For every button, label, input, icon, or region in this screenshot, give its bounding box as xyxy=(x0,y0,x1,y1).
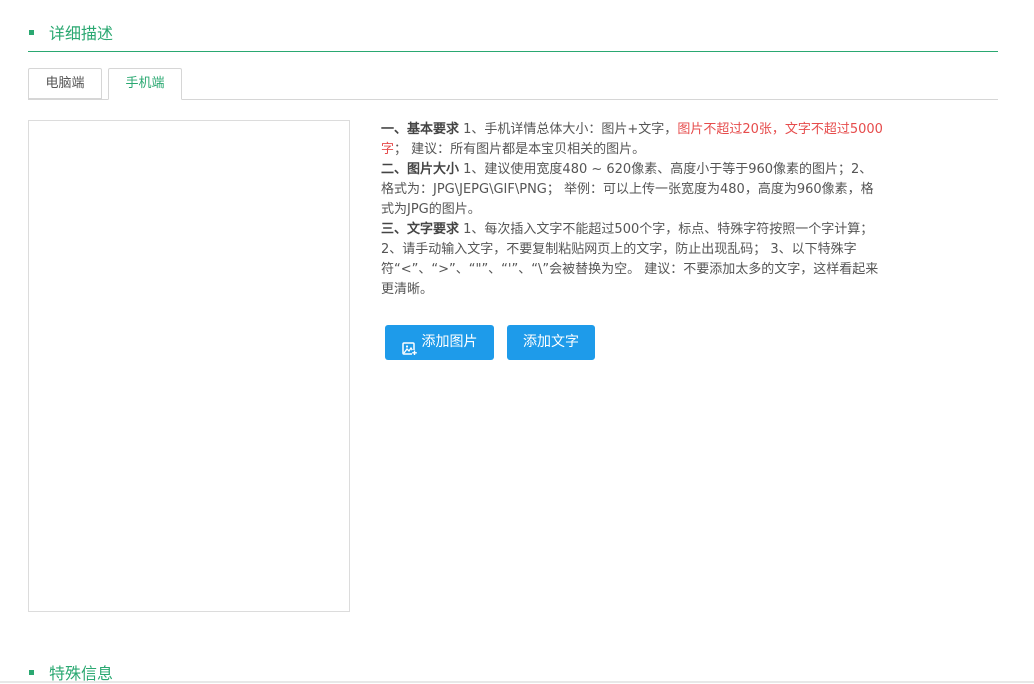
requirement-text-heading: 三、文字要求 xyxy=(381,222,460,237)
add-image-button[interactable]: 添加图片 xyxy=(385,325,494,360)
requirement-text: 三、文字要求 1、每次插入文字不能超过500个字，标点、特殊字符按照一个字计算；… xyxy=(381,220,883,300)
requirement-basic-text1: 1、手机详情总体大小：图片+文字， xyxy=(459,122,678,137)
section-header-detail: 详细描述 xyxy=(28,20,998,44)
add-text-label: 添加文字 xyxy=(523,334,579,350)
requirement-basic: 一、基本要求 1、手机详情总体大小：图片+文字，图片不超过20张，文字不超过50… xyxy=(381,120,883,160)
section-divider xyxy=(28,51,998,52)
section-marker xyxy=(29,669,34,675)
tab-pc[interactable]: 电脑端 xyxy=(28,68,102,99)
add-image-label: 添加图片 xyxy=(421,334,478,350)
requirement-image-heading: 二、图片大小 xyxy=(381,162,460,177)
tab-mobile[interactable]: 手机端 xyxy=(108,68,182,100)
add-text-button[interactable]: 添加文字 xyxy=(507,325,595,360)
requirement-basic-heading: 一、基本要求 xyxy=(381,122,460,137)
mobile-preview-area[interactable] xyxy=(28,120,350,612)
section-title: 详细描述 xyxy=(49,24,114,43)
image-add-icon xyxy=(401,335,417,355)
platform-tabs: 电脑端 手机端 xyxy=(28,68,998,100)
requirement-basic-text2: ； 建议：所有图片都是本宝贝相关的图片。 xyxy=(394,142,646,157)
section-marker xyxy=(29,29,34,35)
requirements-text: 一、基本要求 1、手机详情总体大小：图片+文字，图片不超过20张，文字不超过50… xyxy=(381,120,883,300)
requirement-image: 二、图片大小 1、建议使用宽度480 ~ 620像素、高度小于等于960像素的图… xyxy=(381,160,883,220)
